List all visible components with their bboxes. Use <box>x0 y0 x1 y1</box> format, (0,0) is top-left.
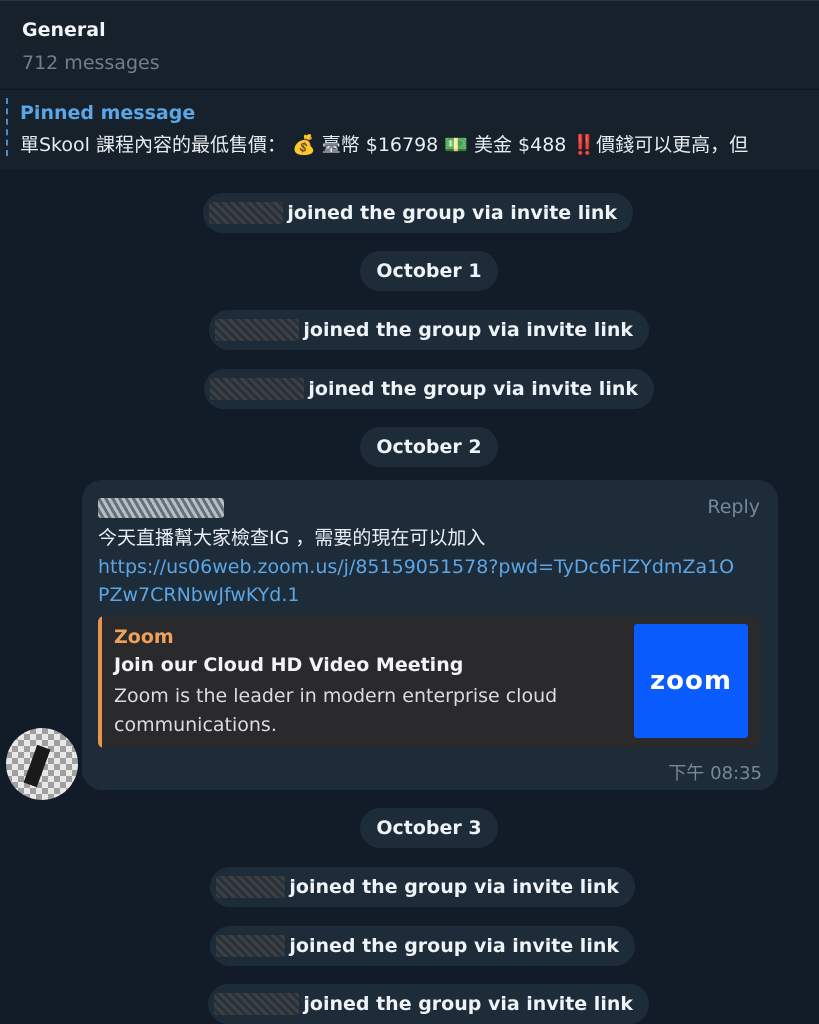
message-timestamp: 下午 08:35 <box>668 763 762 784</box>
pinned-label: Pinned message <box>20 102 196 124</box>
date-label: October 2 <box>376 436 482 458</box>
link-preview[interactable]: Zoom Join our Cloud HD Video Meeting Zoo… <box>98 616 760 748</box>
join-notice-text: joined the group via invite link <box>289 935 619 957</box>
join-notice: joined the group via invite link <box>210 867 635 907</box>
sender-avatar[interactable] <box>6 728 78 800</box>
join-notice-text: joined the group via invite link <box>308 378 638 400</box>
join-notice-text: joined the group via invite link <box>303 319 633 341</box>
join-notice: joined the group via invite link <box>208 984 649 1024</box>
join-notice-text: joined the group via invite link <box>289 876 619 898</box>
join-notice-text: joined the group via invite link <box>287 202 617 224</box>
message-bubble[interactable]: Reply 今天直播幫大家檢查IG ，需要的現在可以加入 https://us0… <box>82 480 778 790</box>
join-notice: joined the group via invite link <box>210 926 635 966</box>
redacted-username <box>210 378 305 400</box>
zoom-logo-thumbnail: zoom <box>634 624 748 738</box>
preview-description: Zoom is the leader in modern enterprise … <box>114 685 558 736</box>
reply-button[interactable]: Reply <box>707 496 760 518</box>
pinned-text: 單Skool 課程內容的最低售價： 💰 臺幣 $16798 💵 美金 $488 … <box>20 134 749 156</box>
redacted-username <box>215 319 300 341</box>
zoom-link[interactable]: https://us06web.zoom.us/j/85159051578?pw… <box>98 553 738 609</box>
redacted-username <box>214 993 300 1015</box>
redacted-username <box>216 935 286 957</box>
pinned-message-bar[interactable]: Pinned message 單Skool 課程內容的最低售價： 💰 臺幣 $1… <box>0 89 819 169</box>
zoom-logo-text: zoom <box>650 666 732 696</box>
date-label: October 1 <box>376 260 482 282</box>
redacted-username <box>216 876 286 898</box>
chat-header[interactable]: General 712 messages <box>0 0 819 88</box>
date-separator: October 3 <box>360 808 498 848</box>
date-separator: October 2 <box>360 427 498 467</box>
pinned-indicator <box>6 98 8 156</box>
redacted-username <box>209 202 284 224</box>
preview-site-name: Zoom <box>114 626 174 648</box>
join-notice: joined the group via invite link <box>209 310 649 350</box>
join-notice: joined the group via invite link <box>203 193 633 233</box>
date-label: October 3 <box>376 817 482 839</box>
preview-title: Join our Cloud HD Video Meeting <box>114 654 464 676</box>
preview-accent-bar <box>98 616 102 748</box>
message-count: 712 messages <box>22 52 160 74</box>
message-text: 今天直播幫大家檢查IG ，需要的現在可以加入 <box>98 527 486 549</box>
join-notice-text: joined the group via invite link <box>303 993 633 1015</box>
join-notice: joined the group via invite link <box>204 369 654 409</box>
date-separator: October 1 <box>360 251 498 291</box>
redacted-sender-name <box>98 498 224 518</box>
chat-title: General <box>22 19 106 41</box>
